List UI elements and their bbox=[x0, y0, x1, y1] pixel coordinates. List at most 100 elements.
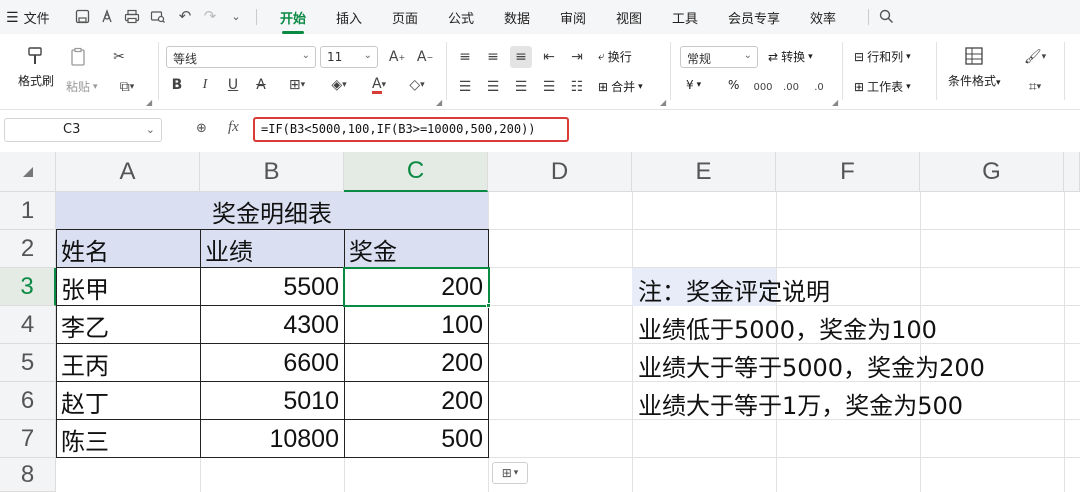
align-top-icon[interactable]: ≡ bbox=[454, 46, 476, 68]
font-size-select[interactable]: 11 ⌄ bbox=[320, 46, 378, 68]
dialog-launcher-icon[interactable]: ◢ bbox=[832, 98, 838, 107]
cell-performance[interactable]: 10800 bbox=[200, 420, 344, 458]
underline-icon[interactable]: U bbox=[222, 74, 244, 96]
fill-handle[interactable] bbox=[486, 303, 491, 308]
cell-name[interactable]: 张甲 bbox=[56, 268, 200, 306]
row-header-4[interactable]: 4 bbox=[0, 306, 56, 344]
cell-performance[interactable]: 6600 bbox=[200, 344, 344, 382]
merge-button[interactable]: ⊞ 合并 ▾ bbox=[598, 78, 643, 95]
tab-home[interactable]: 开始 bbox=[280, 8, 306, 34]
cell-bonus[interactable]: 100 bbox=[344, 306, 488, 344]
align-left-icon[interactable]: ☰ bbox=[454, 76, 476, 98]
increase-decimal-icon[interactable]: .00 bbox=[780, 76, 802, 98]
formula-input[interactable]: =IF(B3<5000,100,IF(B3>=10000,500,200)) bbox=[253, 117, 569, 142]
cell-bonus[interactable]: 200 bbox=[344, 344, 488, 382]
clear-format-button[interactable]: ◇ ▾ bbox=[400, 74, 434, 96]
wrap-text-button[interactable]: ⤶ 换行 bbox=[598, 48, 632, 65]
convert-button[interactable]: ⇄ 转换 ▾ bbox=[768, 48, 813, 65]
note-line[interactable]: 业绩大于等于5000，奖金为200 bbox=[638, 348, 985, 383]
column-header-g[interactable]: G bbox=[920, 152, 1064, 192]
percent-button[interactable]: % bbox=[728, 78, 739, 92]
decrease-indent-icon[interactable]: ⇤ bbox=[538, 46, 560, 68]
tab-page[interactable]: 页面 bbox=[392, 8, 418, 27]
decrease-decimal-icon[interactable]: .0 bbox=[808, 76, 830, 98]
align-center-icon[interactable]: ☰ bbox=[482, 76, 504, 98]
more-dropdown-icon[interactable]: ⌄ bbox=[226, 6, 246, 26]
redo-icon[interactable]: ↷ bbox=[200, 6, 220, 26]
tab-tools[interactable]: 工具 bbox=[672, 8, 698, 27]
print-icon[interactable] bbox=[122, 6, 142, 26]
strikethrough-icon[interactable]: A bbox=[250, 74, 272, 96]
borders-button[interactable]: ⊞ ▾ bbox=[280, 74, 314, 96]
cell-performance[interactable]: 5500 bbox=[200, 268, 344, 306]
cell-bonus[interactable]: 200 bbox=[344, 382, 488, 420]
name-box[interactable]: C3 ⌄ bbox=[4, 118, 162, 142]
row-header-7[interactable]: 7 bbox=[0, 420, 56, 458]
align-middle-icon[interactable]: ≡ bbox=[482, 46, 504, 68]
cell-name[interactable]: 王丙 bbox=[56, 344, 200, 382]
column-header-d[interactable]: D bbox=[488, 152, 632, 192]
freeze-button[interactable]: ⌗ ▾ bbox=[1020, 76, 1050, 98]
paste-icon[interactable] bbox=[68, 46, 90, 68]
conditional-format-button[interactable]: 条件格式▾ bbox=[948, 44, 1001, 89]
number-format-select[interactable]: 常规 ⌄ bbox=[680, 46, 758, 68]
column-header-e[interactable]: E bbox=[632, 152, 776, 192]
copy-button[interactable]: ⧉ ▾ bbox=[112, 76, 142, 98]
align-right-icon[interactable]: ☰ bbox=[510, 76, 532, 98]
row-header-3[interactable]: 3 bbox=[0, 268, 56, 306]
tab-insert[interactable]: 插入 bbox=[336, 8, 362, 27]
column-header-f[interactable]: F bbox=[776, 152, 920, 192]
dialog-launcher-icon[interactable]: ◢ bbox=[660, 98, 666, 107]
file-menu[interactable]: ☰ 文件 bbox=[6, 8, 50, 28]
row-header-6[interactable]: 6 bbox=[0, 382, 56, 420]
row-header-5[interactable]: 5 bbox=[0, 344, 56, 382]
increase-font-icon[interactable]: A + bbox=[386, 46, 408, 68]
note-title[interactable]: 注：奖金评定说明 bbox=[638, 272, 830, 307]
distribute-icon[interactable]: ☷ bbox=[566, 76, 588, 98]
cell-bonus[interactable]: 500 bbox=[344, 420, 488, 458]
cell-name[interactable]: 李乙 bbox=[56, 306, 200, 344]
dialog-launcher-icon[interactable]: ◢ bbox=[436, 98, 442, 107]
table-title[interactable]: 奖金明细表 bbox=[56, 192, 488, 230]
row-header-2[interactable]: 2 bbox=[0, 230, 56, 268]
align-bottom-icon[interactable]: ≡ bbox=[510, 46, 532, 68]
print-preview-icon[interactable] bbox=[148, 6, 168, 26]
increase-indent-icon[interactable]: ⇥ bbox=[566, 46, 588, 68]
tab-view[interactable]: 视图 bbox=[616, 8, 642, 27]
cell-name[interactable]: 陈三 bbox=[56, 420, 200, 458]
cell-performance[interactable]: 4300 bbox=[200, 306, 344, 344]
row-header-1[interactable]: 1 bbox=[0, 192, 56, 230]
header-bonus[interactable]: 奖金 bbox=[344, 230, 488, 268]
column-header-h[interactable] bbox=[1064, 152, 1080, 192]
dialog-launcher-icon[interactable]: ◢ bbox=[146, 98, 152, 107]
header-name[interactable]: 姓名 bbox=[56, 230, 200, 268]
cell-name[interactable]: 赵丁 bbox=[56, 382, 200, 420]
column-header-b[interactable]: B bbox=[200, 152, 344, 192]
column-header-a[interactable]: A bbox=[56, 152, 200, 192]
font-name-select[interactable]: 等线 ⌄ bbox=[166, 46, 316, 68]
zoom-icon[interactable]: ⊕ bbox=[196, 121, 207, 136]
row-header-8[interactable]: 8 bbox=[0, 458, 56, 492]
search-icon[interactable] bbox=[876, 6, 896, 26]
format-painter-button[interactable]: 格式刷 bbox=[18, 44, 54, 89]
tab-efficiency[interactable]: 效率 bbox=[810, 8, 836, 27]
font-color-button[interactable]: A ▾ bbox=[362, 74, 396, 96]
italic-icon[interactable]: I bbox=[194, 74, 216, 96]
export-pdf-icon[interactable] bbox=[97, 6, 117, 26]
tab-formula[interactable]: 公式 bbox=[448, 8, 474, 27]
undo-icon[interactable]: ↶ bbox=[175, 6, 195, 26]
tab-member[interactable]: 会员专享 bbox=[728, 8, 780, 27]
cut-icon[interactable]: ✂ bbox=[108, 46, 130, 68]
justify-icon[interactable]: ☰ bbox=[538, 76, 560, 98]
currency-button[interactable]: ¥ ▾ bbox=[686, 78, 701, 92]
tab-review[interactable]: 审阅 bbox=[560, 8, 586, 27]
paste-button[interactable]: 粘贴 ▾ bbox=[66, 78, 98, 95]
note-line[interactable]: 业绩大于等于1万，奖金为500 bbox=[638, 386, 963, 421]
thousands-separator-icon[interactable]: 000 bbox=[752, 76, 774, 98]
note-line[interactable]: 业绩低于5000，奖金为100 bbox=[638, 310, 937, 345]
rows-cols-button[interactable]: ⊟ 行和列 ▾ bbox=[854, 48, 911, 65]
column-header-c[interactable]: C bbox=[344, 152, 488, 192]
bold-icon[interactable]: B bbox=[166, 74, 188, 96]
select-all-corner[interactable] bbox=[0, 152, 56, 192]
fx-icon[interactable]: fx bbox=[228, 119, 239, 136]
